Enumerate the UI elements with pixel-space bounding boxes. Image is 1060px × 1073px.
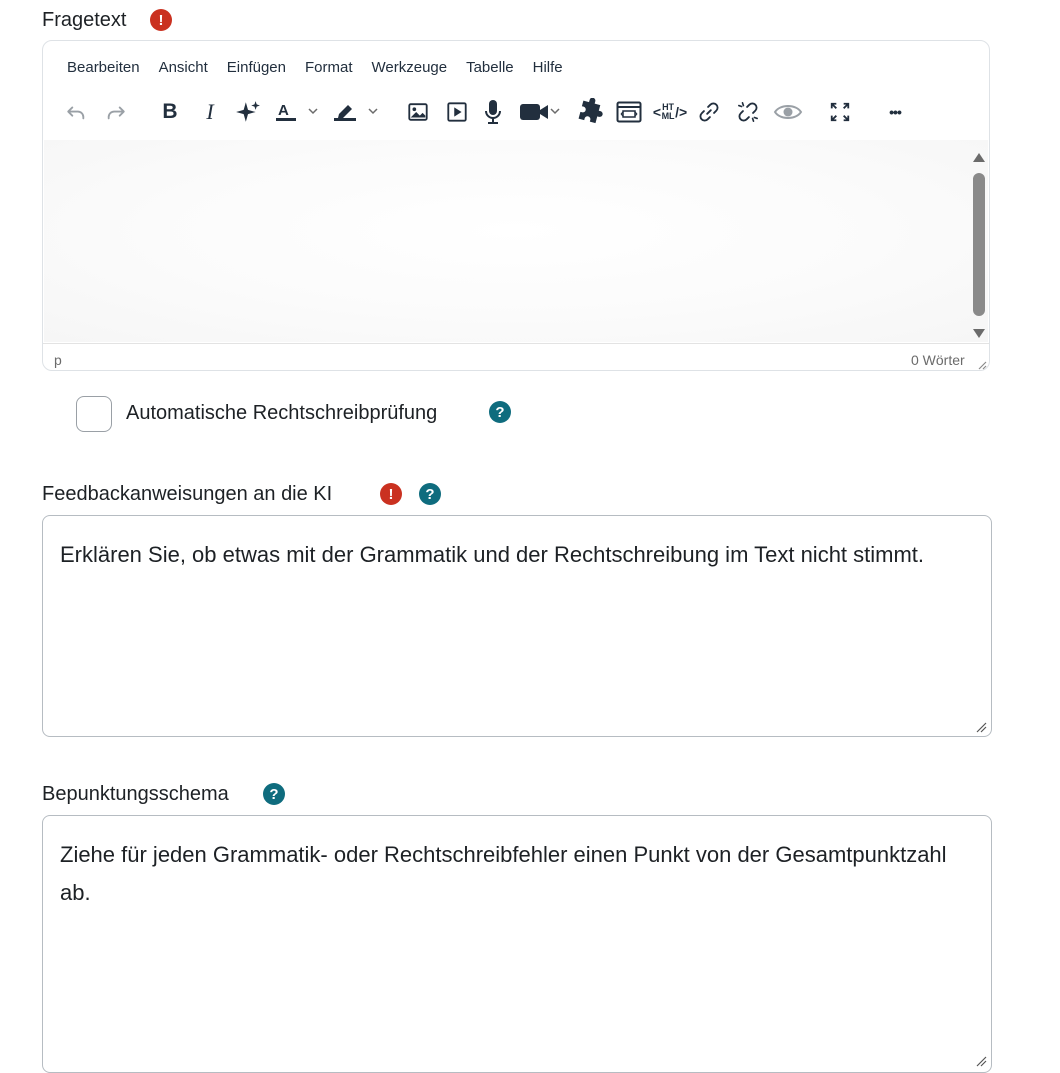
feedback-text: Erklären Sie, ob etwas mit der Grammatik… (60, 542, 925, 567)
unlink-icon[interactable] (734, 98, 762, 126)
element-path[interactable]: p (54, 352, 62, 368)
feedback-label: Feedbackanweisungen an die KI (42, 483, 333, 505)
menu-einfuegen[interactable]: Einfügen (227, 59, 286, 76)
fragetext-label: Fragetext (42, 9, 127, 31)
preview-eye-icon[interactable] (772, 98, 804, 126)
scoring-label: Bepunktungsschema (42, 783, 229, 805)
feedback-help-icon[interactable]: ? (419, 483, 441, 505)
link-icon[interactable] (695, 98, 723, 126)
svg-text:A: A (278, 102, 289, 119)
spellcheck-help-icon[interactable]: ? (489, 401, 511, 423)
feedback-resize-grip-icon[interactable] (975, 721, 987, 733)
video-camera-icon[interactable] (518, 98, 564, 126)
embed-icon[interactable] (615, 98, 643, 126)
scoring-help-icon[interactable]: ? (263, 783, 285, 805)
html-source-label: HT ML (661, 102, 675, 121)
menu-ansicht[interactable]: Ansicht (159, 59, 208, 76)
menu-bearbeiten[interactable]: Bearbeiten (67, 59, 140, 76)
html-source-icon[interactable]: < HT ML /> (653, 98, 687, 126)
scoring-text: Ziehe für jeden Grammatik- oder Rechtsch… (60, 842, 947, 905)
menu-tabelle[interactable]: Tabelle (466, 59, 514, 76)
ai-sparkle-icon[interactable] (234, 98, 262, 126)
italic-icon[interactable]: I (196, 98, 224, 126)
scroll-down-arrow-icon[interactable] (973, 325, 985, 343)
text-color-icon[interactable]: A (273, 98, 319, 126)
editor-menubar: Bearbeiten Ansicht Einfügen Format Werkz… (67, 59, 582, 76)
spellcheck-checkbox[interactable] (76, 396, 112, 432)
highlight-color-icon[interactable] (331, 98, 381, 126)
editor-statusbar-divider (43, 343, 989, 344)
editor-resize-handle-icon[interactable] (977, 357, 987, 375)
scroll-up-arrow-icon[interactable] (973, 149, 985, 167)
menu-werkzeuge[interactable]: Werkzeuge (372, 59, 448, 76)
media-icon[interactable] (443, 98, 471, 126)
scoring-textarea[interactable]: Ziehe für jeden Grammatik- oder Rechtsch… (42, 815, 992, 1073)
word-count[interactable]: 0 Wörter (911, 352, 965, 368)
undo-icon[interactable] (62, 98, 90, 126)
image-icon[interactable] (404, 98, 432, 126)
h5p-puzzle-icon[interactable] (576, 98, 604, 126)
required-icon: ! (150, 9, 172, 31)
spellcheck-label[interactable]: Automatische Rechtschreibprüfung (126, 402, 437, 425)
more-icon[interactable]: ••• (880, 98, 910, 126)
redo-icon[interactable] (102, 98, 130, 126)
feedback-textarea[interactable]: Erklären Sie, ob etwas mit der Grammatik… (42, 515, 992, 737)
scoring-resize-grip-icon[interactable] (975, 1055, 987, 1067)
editor-scrollbar-thumb[interactable] (973, 173, 985, 316)
bold-icon[interactable]: B (156, 98, 184, 126)
fullscreen-icon[interactable] (826, 98, 854, 126)
feedback-required-icon: ! (380, 483, 402, 505)
microphone-icon[interactable] (479, 98, 507, 126)
menu-format[interactable]: Format (305, 59, 353, 76)
menu-hilfe[interactable]: Hilfe (533, 59, 563, 76)
editor-content-area[interactable] (44, 140, 988, 342)
